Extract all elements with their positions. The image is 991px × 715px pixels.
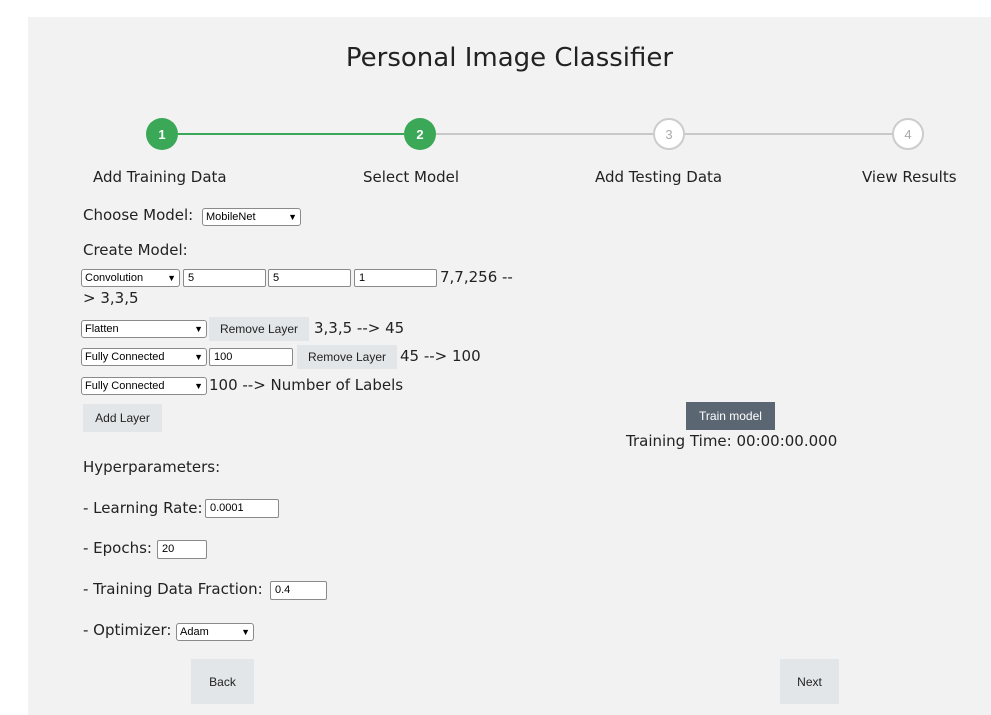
page-title: Personal Image Classifier bbox=[345, 43, 674, 73]
layer-1-type-select[interactable]: Convolution ▼ bbox=[81, 269, 180, 287]
step-connector-2-3 bbox=[436, 133, 653, 135]
model-select-value: MobileNet bbox=[206, 211, 256, 223]
step-3-label: Add Testing Data bbox=[595, 168, 723, 186]
training-time-text: Training Time: 00:00:00.000 bbox=[626, 432, 838, 450]
back-button[interactable]: Back bbox=[191, 659, 254, 704]
layer-1-shape-continued: > 3,3,5 bbox=[83, 289, 139, 307]
step-3-circle[interactable]: 3 bbox=[653, 118, 685, 150]
hyperparameters-label: Hyperparameters: bbox=[83, 458, 221, 476]
choose-model-label: Choose Model: bbox=[83, 206, 194, 224]
step-2-circle[interactable]: 2 bbox=[404, 118, 436, 150]
step-2-label: Select Model bbox=[363, 168, 460, 186]
step-1-label: Add Training Data bbox=[93, 168, 227, 186]
next-button[interactable]: Next bbox=[780, 659, 839, 704]
layer-4-shape: 100 --> Number of Labels bbox=[209, 376, 404, 394]
layer-3-type-value: Fully Connected bbox=[85, 351, 165, 363]
layer-1-shape: 7,7,256 -- bbox=[440, 268, 513, 286]
training-fraction-input[interactable]: 0.4 bbox=[270, 581, 327, 600]
step-4-label: View Results bbox=[862, 168, 957, 186]
layer-1-input-2[interactable]: 5 bbox=[268, 269, 351, 287]
chevron-down-icon: ▼ bbox=[167, 273, 176, 283]
training-fraction-label: - Training Data Fraction: bbox=[83, 580, 263, 598]
chevron-down-icon: ▼ bbox=[194, 324, 203, 334]
layer-4-type-value: Fully Connected bbox=[85, 380, 165, 392]
layer-1-input-3[interactable]: 1 bbox=[354, 269, 437, 287]
layer-1-input-1[interactable]: 5 bbox=[183, 269, 266, 287]
chevron-down-icon: ▼ bbox=[288, 212, 297, 222]
step-connector-1-2 bbox=[178, 133, 404, 135]
step-1-circle[interactable]: 1 bbox=[146, 118, 178, 150]
layer-2-type-select[interactable]: Flatten ▼ bbox=[81, 320, 207, 338]
layer-2-remove-button[interactable]: Remove Layer bbox=[209, 317, 309, 341]
chevron-down-icon: ▼ bbox=[194, 381, 203, 391]
step-connector-3-4 bbox=[685, 133, 892, 135]
chevron-down-icon: ▼ bbox=[194, 352, 203, 362]
train-model-button[interactable]: Train model bbox=[686, 402, 775, 430]
optimizer-label: - Optimizer: bbox=[83, 621, 172, 639]
model-select[interactable]: MobileNet ▼ bbox=[202, 208, 301, 226]
step-4-circle[interactable]: 4 bbox=[892, 118, 924, 150]
add-layer-button[interactable]: Add Layer bbox=[83, 404, 162, 432]
layer-1-type-value: Convolution bbox=[85, 272, 144, 284]
layer-3-input[interactable]: 100 bbox=[209, 348, 293, 366]
layer-3-type-select[interactable]: Fully Connected ▼ bbox=[81, 348, 207, 366]
create-model-label: Create Model: bbox=[83, 241, 188, 259]
learning-rate-label: - Learning Rate: bbox=[83, 499, 203, 517]
layer-2-shape: 3,3,5 --> 45 bbox=[314, 319, 405, 337]
main-panel: Personal Image Classifier 1 2 3 4 Add Tr… bbox=[28, 17, 991, 715]
layer-3-remove-button[interactable]: Remove Layer bbox=[297, 345, 397, 369]
epochs-label: - Epochs: bbox=[83, 539, 152, 557]
layer-4-type-select[interactable]: Fully Connected ▼ bbox=[81, 377, 207, 395]
optimizer-select[interactable]: Adam ▼ bbox=[176, 623, 254, 641]
chevron-down-icon: ▼ bbox=[241, 627, 250, 637]
optimizer-select-value: Adam bbox=[180, 626, 209, 638]
learning-rate-input[interactable]: 0.0001 bbox=[205, 499, 279, 518]
layer-2-type-value: Flatten bbox=[85, 323, 119, 335]
layer-3-shape: 45 --> 100 bbox=[400, 347, 481, 365]
epochs-input[interactable]: 20 bbox=[157, 540, 207, 559]
